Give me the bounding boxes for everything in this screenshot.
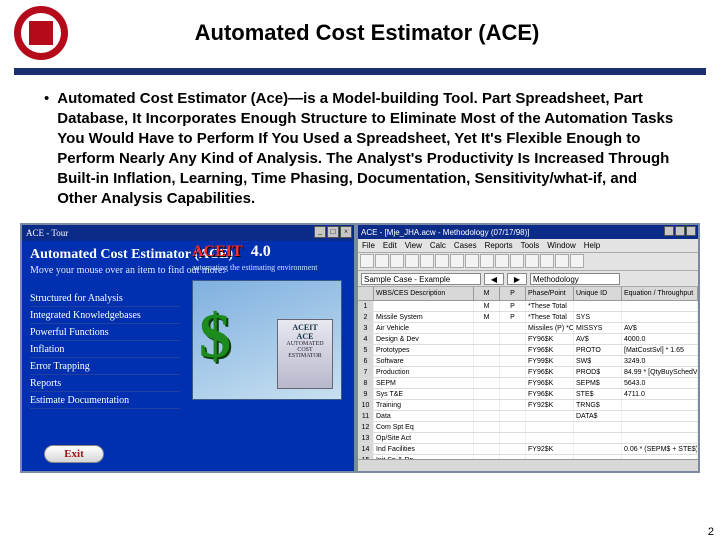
tour-item[interactable]: Estimate Documentation <box>30 392 180 409</box>
dollar-sign-icon: $ <box>199 299 231 373</box>
table-row[interactable]: 4 Design & DevFY96$KAV$4000.0 <box>358 334 698 345</box>
toolbar-btn[interactable] <box>480 254 494 268</box>
product-box: ACEIT ACE AUTOMATED COST ESTIMATOR <box>277 319 333 389</box>
status-bar <box>358 459 698 471</box>
table-row[interactable]: 7 ProductionFY96$KPROD$84.99 * [QtyBuySc… <box>358 367 698 378</box>
toolbar <box>358 253 698 271</box>
product-art: $ ACEIT ACE AUTOMATED COST ESTIMATOR <box>192 280 342 400</box>
toolbar-btn[interactable] <box>375 254 389 268</box>
product-version: 4.0 <box>251 243 271 260</box>
col-p: P <box>500 287 526 300</box>
tour-titlebar-text: ACE - Tour <box>26 228 68 238</box>
page-number: 2 <box>708 526 714 538</box>
menu-tools[interactable]: Tools <box>521 241 540 250</box>
menu-calc[interactable]: Calc <box>430 241 446 250</box>
table-row[interactable]: 13 Op/Site Act <box>358 433 698 444</box>
box-mid: ACE <box>281 332 329 341</box>
tour-titlebar: ACE - Tour _ □ × <box>22 225 354 241</box>
toolbar-btn[interactable] <box>540 254 554 268</box>
toolbar-btn[interactable] <box>360 254 374 268</box>
col-desc: WBS/CES Description <box>374 287 474 300</box>
menu-view[interactable]: View <box>405 241 422 250</box>
table-row[interactable]: 10 TrainingFY92$KTRNG$ <box>358 400 698 411</box>
close-icon[interactable]: × <box>340 226 352 238</box>
toolbar-btn[interactable] <box>450 254 464 268</box>
tour-item[interactable]: Error Trapping <box>30 358 180 375</box>
col-rownum <box>358 287 374 300</box>
bullet-item: • Automated Cost Estimator (Ace)—is a Mo… <box>44 89 676 209</box>
menu-help[interactable]: Help <box>584 241 600 250</box>
tour-window: ACE - Tour _ □ × Automated Cost Estimato… <box>20 223 356 473</box>
toolbar-btn[interactable] <box>390 254 404 268</box>
toolbar-btn[interactable] <box>510 254 524 268</box>
tour-item[interactable]: Powerful Functions <box>30 324 180 341</box>
menubar: File Edit View Calc Cases Reports Tools … <box>358 239 698 253</box>
table-row[interactable]: 12 Com Spt Eq <box>358 422 698 433</box>
table-row[interactable]: 5 PrototypesFY96$KPROTO[MatCostSvl] * 1.… <box>358 345 698 356</box>
column-headers: WBS/CES Description M P Phase/Point Uniq… <box>358 287 698 301</box>
toolbar-btn[interactable] <box>525 254 539 268</box>
nav-btn[interactable]: ▶ <box>507 273 527 285</box>
toolbar-btn[interactable] <box>465 254 479 268</box>
bullet-dot-icon: • <box>44 89 49 209</box>
toolbar-btn[interactable] <box>570 254 584 268</box>
col-phase: Phase/Point <box>526 287 574 300</box>
col-m: M <box>474 287 500 300</box>
table-row[interactable]: 2Missile SystemMP*These TotalSYS <box>358 312 698 323</box>
table-row[interactable]: 14 Ind FacilitiesFY92$K0.06 * (SEPM$ + S… <box>358 444 698 455</box>
tour-item[interactable]: Structured for Analysis <box>30 290 180 307</box>
case-dropdown[interactable]: Sample Case - Example <box>361 273 481 285</box>
table-row[interactable]: 11 DataDATA$ <box>358 411 698 422</box>
table-row[interactable]: 6 SoftwareFY99$KSW$3249.0 <box>358 356 698 367</box>
dropdown-row: Sample Case - Example ◀ ▶ Methodology <box>358 271 698 287</box>
toolbar-btn[interactable] <box>405 254 419 268</box>
col-uid: Unique ID <box>574 287 622 300</box>
close-icon[interactable] <box>686 226 696 236</box>
menu-file[interactable]: File <box>362 241 375 250</box>
army-seal-icon <box>14 6 68 60</box>
box-top: ACEIT <box>281 323 329 332</box>
table-row[interactable]: 9 Sys T&EFY96$KSTE$4711.0 <box>358 389 698 400</box>
tour-item[interactable]: Reports <box>30 375 180 392</box>
menu-window[interactable]: Window <box>547 241 575 250</box>
session-window: ACE - [Mje_JHA.acw - Methodology (07/17/… <box>356 223 700 473</box>
maximize-icon[interactable]: □ <box>327 226 339 238</box>
session-titlebar-text: ACE - [Mje_JHA.acw - Methodology (07/17/… <box>361 228 530 237</box>
toolbar-btn[interactable] <box>420 254 434 268</box>
toolbar-btn[interactable] <box>435 254 449 268</box>
table-row[interactable]: 1MP*These Total <box>358 301 698 312</box>
slide-title: Automated Cost Estimator (ACE) <box>68 20 706 46</box>
product-logo: ACEIT <box>192 243 243 260</box>
tour-item[interactable]: Inflation <box>30 341 180 358</box>
menu-edit[interactable]: Edit <box>383 241 397 250</box>
col-eq: Equation / Throughput <box>622 287 698 300</box>
toolbar-btn[interactable] <box>495 254 509 268</box>
session-titlebar: ACE - [Mje_JHA.acw - Methodology (07/17/… <box>358 225 698 239</box>
maximize-icon[interactable] <box>675 226 685 236</box>
menu-cases[interactable]: Cases <box>454 241 477 250</box>
table-row[interactable]: 8 SEPMFY96$KSEPM$5643.0 <box>358 378 698 389</box>
spreadsheet[interactable]: WBS/CES Description M P Phase/Point Uniq… <box>358 287 698 459</box>
menu-reports[interactable]: Reports <box>485 241 513 250</box>
product-tagline: automating the estimating environment <box>192 263 348 272</box>
box-sub: AUTOMATED COST ESTIMATOR <box>281 341 329 359</box>
product-panel: ACEIT 4.0 automating the estimating envi… <box>192 243 348 400</box>
tour-item[interactable]: Integrated Knowledgebases <box>30 307 180 324</box>
minimize-icon[interactable] <box>664 226 674 236</box>
nav-btn[interactable]: ◀ <box>484 273 504 285</box>
divider <box>14 68 706 75</box>
toolbar-btn[interactable] <box>555 254 569 268</box>
table-row[interactable]: 3 Air VehicleMissiles (P) *C TotalMISSYS… <box>358 323 698 334</box>
exit-button[interactable]: Exit <box>44 445 104 463</box>
view-dropdown[interactable]: Methodology <box>530 273 620 285</box>
bullet-text: Automated Cost Estimator (Ace)—is a Mode… <box>57 89 676 209</box>
minimize-icon[interactable]: _ <box>314 226 326 238</box>
